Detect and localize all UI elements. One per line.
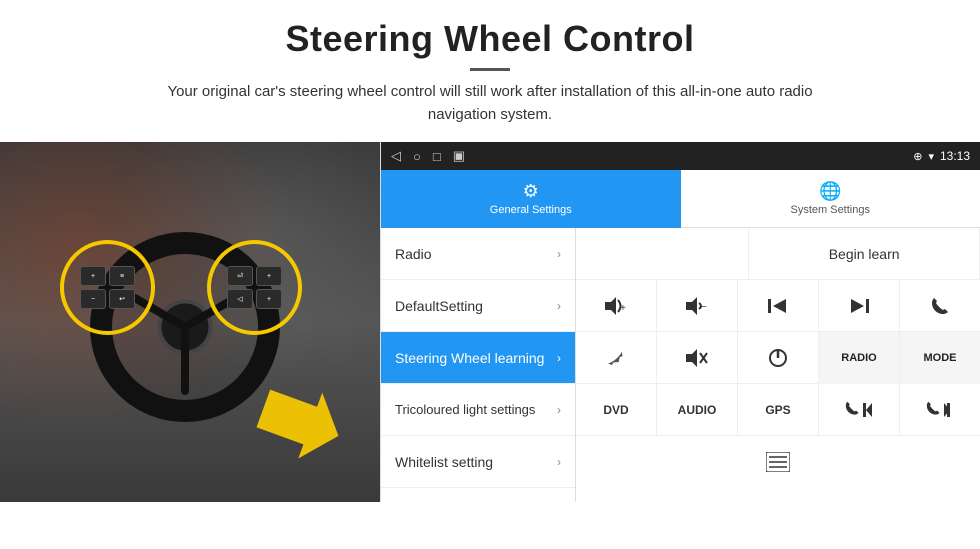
status-bar-right: ⊕ ▾ 13:13 xyxy=(913,149,970,163)
dvd-button[interactable]: DVD xyxy=(576,384,657,436)
mode-button[interactable]: MODE xyxy=(900,332,980,384)
menu-item-radio-label: Radio xyxy=(395,246,432,262)
status-bar: ◁ ○ □ ▣ ⊕ ▾ 13:13 xyxy=(381,142,980,170)
chevron-icon-radio: › xyxy=(557,247,561,261)
ctrl-empty-cell xyxy=(576,228,749,280)
menu-left: Radio › DefaultSetting › Steering Wheel … xyxy=(381,228,576,502)
prev-track-button[interactable] xyxy=(738,280,819,332)
ctrl-row-3: RADIO MODE xyxy=(576,332,980,384)
vol-up-button[interactable]: + xyxy=(576,280,657,332)
power-button[interactable] xyxy=(738,332,819,384)
tab-general[interactable]: ⚙ General Settings xyxy=(381,170,681,228)
ctrl-row-1: Begin learn xyxy=(576,228,980,280)
menu-item-tricoloured-label: Tricoloured light settings xyxy=(395,402,535,417)
chevron-icon-whitelist: › xyxy=(557,455,561,469)
menu-item-whitelist[interactable]: Whitelist setting › xyxy=(381,436,575,488)
main-content: + ≡ − ↩ ⏎ + ◁ + xyxy=(0,142,980,502)
page-subtitle: Your original car's steering wheel contr… xyxy=(140,81,840,126)
tab-general-label: General Settings xyxy=(490,204,572,216)
sw-btn-plus[interactable]: + xyxy=(80,266,106,286)
menu-icon[interactable]: ▣ xyxy=(453,148,465,164)
right-button-circle: ⏎ + ◁ + xyxy=(207,240,302,335)
next-track-button[interactable] xyxy=(819,280,900,332)
call-button[interactable] xyxy=(900,280,980,332)
car-image-section: + ≡ − ↩ ⏎ + ◁ + xyxy=(0,142,380,502)
sw-btn-r1[interactable]: ⏎ xyxy=(227,266,253,286)
location-icon: ⊕ xyxy=(913,150,922,163)
tab-system[interactable]: 🌐 System Settings xyxy=(681,170,980,228)
sw-btn-phone[interactable]: ↩ xyxy=(109,289,135,309)
chevron-icon-tricoloured: › xyxy=(557,403,561,417)
menu-item-steering[interactable]: Steering Wheel learning › xyxy=(381,332,575,384)
audio-button[interactable]: AUDIO xyxy=(657,384,738,436)
vol-down-button[interactable]: − xyxy=(657,280,738,332)
mute-button[interactable] xyxy=(657,332,738,384)
left-button-circle: + ≡ − ↩ xyxy=(60,240,155,335)
ctrl-row-2: + − xyxy=(576,280,980,332)
svg-text:+: + xyxy=(620,303,626,314)
status-time: 13:13 xyxy=(940,149,970,163)
call-next-button[interactable] xyxy=(900,384,980,436)
sw-btn-r2[interactable]: + xyxy=(256,266,282,286)
tab-system-label: System Settings xyxy=(791,204,870,216)
sw-btn-r3[interactable]: ◁ xyxy=(227,289,253,309)
status-bar-left: ◁ ○ □ ▣ xyxy=(391,148,465,164)
gps-button[interactable]: GPS xyxy=(738,384,819,436)
tab-bar: ⚙ General Settings 🌐 System Settings xyxy=(381,170,980,228)
chevron-icon-steering: › xyxy=(557,351,561,365)
chevron-icon-default: › xyxy=(557,299,561,313)
ctrl-row-4: DVD AUDIO GPS xyxy=(576,384,980,436)
sw-btn-mode[interactable]: ≡ xyxy=(109,266,135,286)
menu-item-steering-label: Steering Wheel learning xyxy=(395,350,544,366)
sw-spoke-3 xyxy=(181,327,189,395)
system-settings-icon: 🌐 xyxy=(819,181,841,202)
menu-item-whitelist-label: Whitelist setting xyxy=(395,454,493,470)
menu-item-defaultsetting[interactable]: DefaultSetting › xyxy=(381,280,575,332)
title-divider xyxy=(470,68,510,71)
sw-btn-r4[interactable]: + xyxy=(256,289,282,309)
begin-learn-button[interactable]: Begin learn xyxy=(749,228,980,280)
radio-button[interactable]: RADIO xyxy=(819,332,900,384)
control-panel: Begin learn + − xyxy=(576,228,980,502)
page-header: Steering Wheel Control Your original car… xyxy=(0,0,980,136)
playlist-button[interactable] xyxy=(576,436,980,488)
back-icon[interactable]: ◁ xyxy=(391,148,401,164)
wifi-icon: ▾ xyxy=(928,150,934,163)
android-panel: ◁ ○ □ ▣ ⊕ ▾ 13:13 ⚙ General Settings 🌐 S… xyxy=(380,142,980,502)
sw-btn-minus[interactable]: − xyxy=(80,289,106,309)
menu-area: Radio › DefaultSetting › Steering Wheel … xyxy=(381,228,980,502)
menu-item-tricoloured[interactable]: Tricoloured light settings › xyxy=(381,384,575,436)
ctrl-row-5 xyxy=(576,436,980,488)
page-title: Steering Wheel Control xyxy=(40,18,940,60)
svg-text:−: − xyxy=(701,302,707,313)
menu-item-defaultsetting-label: DefaultSetting xyxy=(395,298,483,314)
recents-icon[interactable]: □ xyxy=(433,149,441,164)
home-icon[interactable]: ○ xyxy=(413,149,421,164)
menu-item-radio[interactable]: Radio › xyxy=(381,228,575,280)
general-settings-icon: ⚙ xyxy=(523,181,539,202)
hangup-button[interactable] xyxy=(576,332,657,384)
call-prev-button[interactable] xyxy=(819,384,900,436)
